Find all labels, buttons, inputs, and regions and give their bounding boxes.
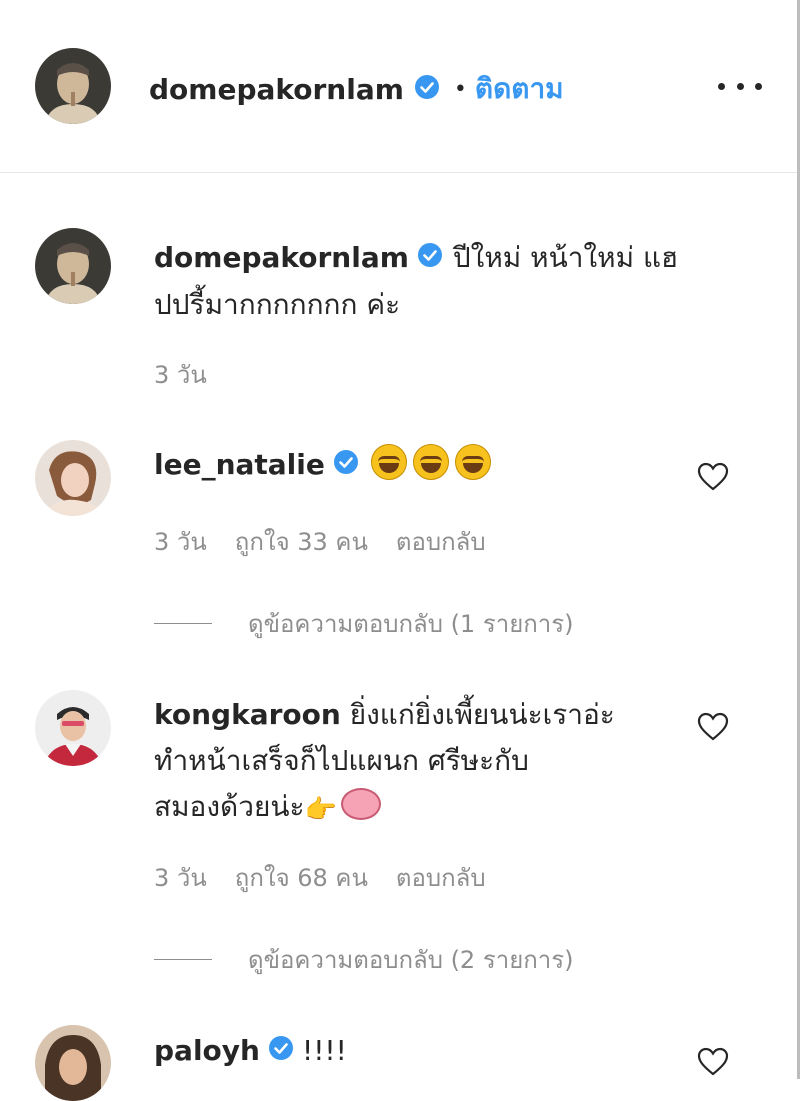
verified-badge-icon <box>268 1029 294 1075</box>
divider <box>154 959 212 960</box>
tears-of-joy-emoji-icon <box>454 444 491 480</box>
comment-username[interactable]: paloyh <box>154 1034 260 1067</box>
avatar[interactable] <box>35 48 111 124</box>
like-heart-icon[interactable] <box>697 462 729 492</box>
avatar[interactable] <box>35 440 111 516</box>
like-heart-icon[interactable] <box>697 712 729 742</box>
username[interactable]: domepakornlam <box>149 73 404 106</box>
brain-icon <box>340 788 381 820</box>
avatar[interactable] <box>35 228 111 304</box>
separator-dot: • <box>453 76 467 102</box>
comment-text-line3: สมองด้วยน่ะ <box>154 790 305 823</box>
reply-button[interactable]: ตอบกลับ <box>396 522 486 561</box>
avatar[interactable] <box>35 690 111 766</box>
tears-of-joy-emoji-icon <box>412 444 449 480</box>
view-replies-button[interactable]: ดูข้อความตอบกลับ (2 รายการ) <box>154 940 574 979</box>
timestamp[interactable]: 3 วัน <box>154 355 207 394</box>
caption-meta: 3 วัน <box>154 355 207 394</box>
header-user: domepakornlam • ติดตาม <box>149 67 564 111</box>
like-heart-icon[interactable] <box>697 1047 729 1077</box>
comment-text: lee_natalie <box>154 442 654 489</box>
likes-count[interactable]: ถูกใจ 68 คน <box>235 858 368 897</box>
verified-badge-icon <box>414 74 440 104</box>
divider <box>154 623 212 624</box>
comment-text: paloyh!!!! <box>154 1028 654 1075</box>
caption-username[interactable]: domepakornlam <box>154 241 409 274</box>
pointing-hand-icon: 👉 <box>304 795 337 825</box>
comment-meta: 3 วัน ถูกใจ 33 คน ตอบกลับ <box>154 522 486 561</box>
view-replies-button[interactable]: ดูข้อความตอบกลับ (1 รายการ) <box>154 604 574 643</box>
view-replies-label: ดูข้อความตอบกลับ (1 รายการ) <box>248 610 574 638</box>
post-header: domepakornlam • ติดตาม <box>0 0 797 173</box>
likes-count[interactable]: ถูกใจ 33 คน <box>235 522 368 561</box>
follow-button[interactable]: ติดตาม <box>475 67 564 111</box>
view-replies-label: ดูข้อความตอบกลับ (2 รายการ) <box>248 946 574 974</box>
comment-text-line1: ยิ่งแก่ยิ่งเพี้ยนน่ะเราอ่ะ <box>349 698 615 731</box>
tears-of-joy-emoji-icon <box>370 444 407 480</box>
comment-username[interactable]: lee_natalie <box>154 448 325 481</box>
comment-meta: 3 วัน ถูกใจ 68 คน ตอบกลับ <box>154 858 486 897</box>
more-options-icon[interactable] <box>718 76 762 96</box>
post-caption: domepakornlam ปีใหม่ หน้าใหม่ แฮ ปปรี้มาก… <box>154 235 714 328</box>
reply-button[interactable]: ตอบกลับ <box>396 858 486 897</box>
verified-badge-icon <box>417 236 443 282</box>
comment-body: !!!! <box>301 1034 347 1067</box>
avatar[interactable] <box>35 1025 111 1101</box>
caption-text-line2: ปปรี้มากกกกกกก ค่ะ <box>154 288 401 321</box>
caption-text-line1: ปีใหม่ หน้าใหม่ แฮ <box>452 241 679 274</box>
comment-text-line2: ทำหน้าเสร็จก็ไปแผนก ศรีษะกับ <box>154 744 529 777</box>
timestamp[interactable]: 3 วัน <box>154 858 207 897</box>
timestamp[interactable]: 3 วัน <box>154 522 207 561</box>
comment-text: kongkaroon ยิ่งแก่ยิ่งเพี้ยนน่ะเราอ่ะ ทำ… <box>154 692 654 833</box>
verified-badge-icon <box>333 443 359 489</box>
comment-username[interactable]: kongkaroon <box>154 698 341 731</box>
